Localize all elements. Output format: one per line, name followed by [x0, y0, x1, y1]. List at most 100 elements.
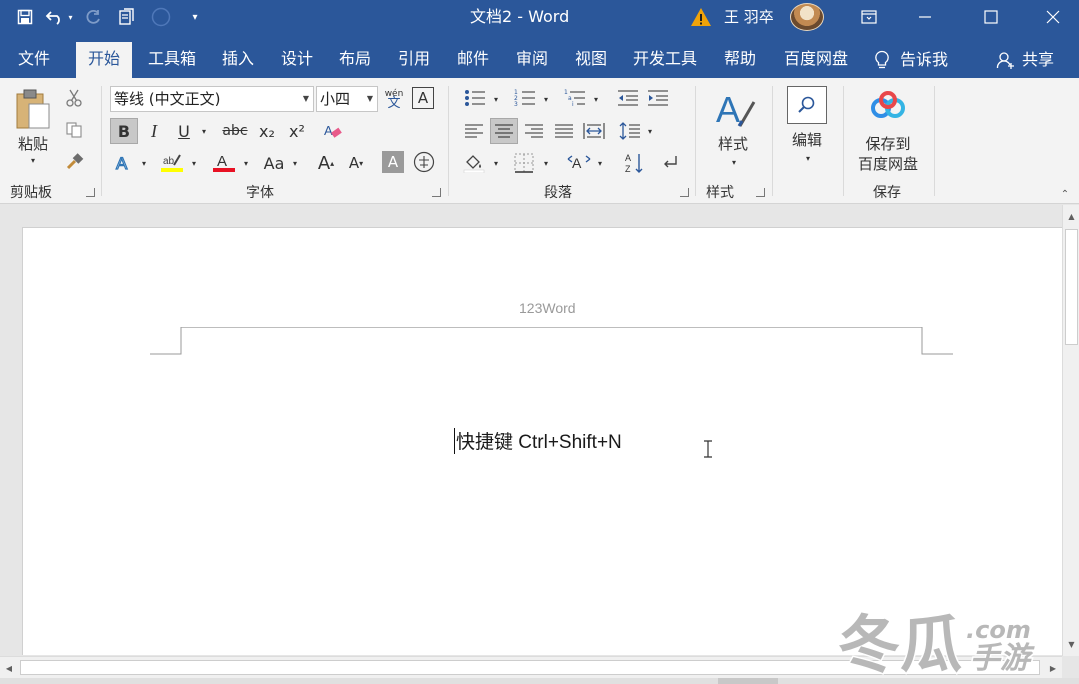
subscript-button[interactable]: x₂	[254, 118, 280, 144]
ribbon-display-options-button[interactable]	[838, 0, 900, 34]
paste-button[interactable]	[10, 84, 56, 134]
character-border-button[interactable]: A	[412, 87, 434, 109]
scroll-left-icon[interactable]: ◀	[0, 657, 18, 679]
close-button[interactable]	[1022, 0, 1079, 34]
text-effects-dropdown-icon[interactable]: ▾	[138, 156, 150, 170]
tab-insert[interactable]: 插入	[214, 42, 262, 78]
save-button[interactable]	[10, 3, 40, 31]
bullets-dropdown-icon[interactable]: ▾	[490, 92, 502, 106]
underline-button[interactable]: U	[172, 118, 196, 144]
font-size-combo[interactable]: 小四 ▼	[316, 86, 378, 112]
customize-qat-button[interactable]: ▾	[180, 3, 210, 31]
tab-review[interactable]: 审阅	[508, 42, 556, 78]
tell-me-box[interactable]: 告诉我	[874, 42, 948, 78]
scroll-up-icon[interactable]: ▲	[1063, 207, 1079, 225]
font-name-combo[interactable]: 等线 (中文正文) ▼	[110, 86, 314, 112]
share-button[interactable]: 共享	[996, 42, 1054, 78]
bold-button[interactable]: B	[110, 118, 138, 144]
borders-dropdown-icon[interactable]: ▾	[540, 156, 552, 170]
sort-button[interactable]: A Z	[620, 150, 648, 176]
italic-button[interactable]: I	[142, 118, 166, 144]
format-painter-button[interactable]	[62, 150, 86, 174]
tab-home[interactable]: 开始	[76, 42, 132, 78]
undo-dropdown-icon[interactable]: ▾	[68, 13, 72, 22]
increase-indent-button[interactable]	[644, 86, 672, 110]
show-marks-button[interactable]	[656, 150, 684, 176]
vertical-scrollbar[interactable]: ▲ ▼	[1062, 205, 1079, 656]
scroll-down-icon[interactable]: ▼	[1063, 635, 1079, 653]
change-case-button[interactable]: Aa	[258, 150, 290, 176]
clear-formatting-button[interactable]: A	[320, 118, 346, 144]
numbering-dropdown-icon[interactable]: ▾	[540, 92, 552, 106]
tab-mailings[interactable]: 邮件	[449, 42, 497, 78]
touch-mode-button[interactable]	[112, 3, 142, 31]
font-launcher-icon[interactable]	[432, 188, 441, 197]
chinese-layout-dropdown-icon[interactable]: ▾	[594, 156, 606, 170]
tab-toolbox[interactable]: 工具箱	[140, 42, 204, 78]
font-size-dropdown-icon[interactable]: ▼	[367, 87, 373, 111]
avatar[interactable]	[790, 3, 824, 31]
font-name-dropdown-icon[interactable]: ▼	[303, 87, 309, 111]
shrink-font-button[interactable]: A ▾	[342, 150, 370, 176]
highlight-button[interactable]: ab	[158, 150, 186, 176]
tab-developer[interactable]: 开发工具	[627, 42, 703, 78]
save-to-baidu-button[interactable]	[866, 86, 910, 124]
character-shading-button[interactable]: A	[382, 151, 404, 173]
tab-references[interactable]: 引用	[390, 42, 438, 78]
tab-baidu-netdisk[interactable]: 百度网盘	[778, 42, 854, 78]
tab-design[interactable]: 设计	[273, 42, 321, 78]
distributed-button[interactable]	[580, 118, 608, 144]
redo-button[interactable]	[78, 3, 108, 31]
enclose-characters-button[interactable]	[412, 150, 436, 174]
undo-button[interactable]: ▾	[44, 3, 74, 31]
chinese-layout-button[interactable]: A	[564, 150, 594, 176]
vertical-scroll-thumb[interactable]	[1065, 229, 1078, 345]
font-color-dropdown-icon[interactable]: ▾	[240, 156, 252, 170]
styles-launcher-icon[interactable]	[756, 188, 765, 197]
phonetic-guide-button[interactable]: wén 文	[382, 86, 406, 112]
bullets-button[interactable]	[460, 86, 490, 110]
align-center-button[interactable]	[490, 118, 518, 144]
editing-dropdown-icon[interactable]: ▾	[800, 152, 816, 164]
text-effects-button[interactable]: A	[110, 150, 138, 176]
collapse-ribbon-icon[interactable]: ⌃	[1058, 188, 1072, 200]
line-spacing-button[interactable]	[616, 118, 644, 144]
maximize-button[interactable]	[960, 0, 1022, 34]
line-spacing-dropdown-icon[interactable]: ▾	[644, 124, 656, 138]
warning-icon[interactable]	[690, 6, 712, 28]
page-header-text[interactable]: 123Word	[519, 300, 576, 316]
underline-dropdown-icon[interactable]: ▾	[198, 124, 210, 138]
paragraph-launcher-icon[interactable]	[680, 188, 689, 197]
align-right-button[interactable]	[520, 118, 548, 144]
styles-button[interactable]: A	[712, 86, 758, 132]
minimize-button[interactable]	[894, 0, 956, 34]
decrease-indent-button[interactable]	[614, 86, 642, 110]
font-color-button[interactable]: A	[210, 150, 238, 176]
tab-file[interactable]: 文件	[8, 42, 60, 78]
strikethrough-button[interactable]: abc	[220, 118, 250, 144]
justify-button[interactable]	[550, 118, 578, 144]
highlight-dropdown-icon[interactable]: ▾	[188, 156, 200, 170]
editing-button[interactable]	[787, 86, 827, 124]
paste-dropdown-icon[interactable]: ▾	[24, 154, 42, 166]
multilevel-dropdown-icon[interactable]: ▾	[590, 92, 602, 106]
styles-dropdown-icon[interactable]: ▾	[726, 156, 742, 168]
tab-help[interactable]: 帮助	[716, 42, 764, 78]
align-left-button[interactable]	[460, 118, 488, 144]
document-body-text[interactable]: 快捷键 Ctrl+Shift+N	[456, 427, 622, 454]
copy-button[interactable]	[62, 118, 86, 142]
cut-button[interactable]	[62, 86, 86, 110]
borders-button[interactable]	[510, 150, 538, 176]
multilevel-list-button[interactable]: 1ai	[560, 86, 590, 110]
circle-button[interactable]	[146, 3, 176, 31]
tab-layout[interactable]: 布局	[331, 42, 379, 78]
clipboard-launcher-icon[interactable]	[86, 188, 95, 197]
shading-button[interactable]	[460, 150, 488, 176]
user-name[interactable]: 王 羽卒	[724, 0, 774, 34]
grow-font-button[interactable]: A ▴	[312, 150, 340, 176]
shading-dropdown-icon[interactable]: ▾	[490, 156, 502, 170]
tab-view[interactable]: 视图	[567, 42, 615, 78]
superscript-button[interactable]: x²	[284, 118, 310, 144]
change-case-dropdown-icon[interactable]: ▾	[289, 156, 301, 170]
numbering-button[interactable]: 123	[510, 86, 540, 110]
